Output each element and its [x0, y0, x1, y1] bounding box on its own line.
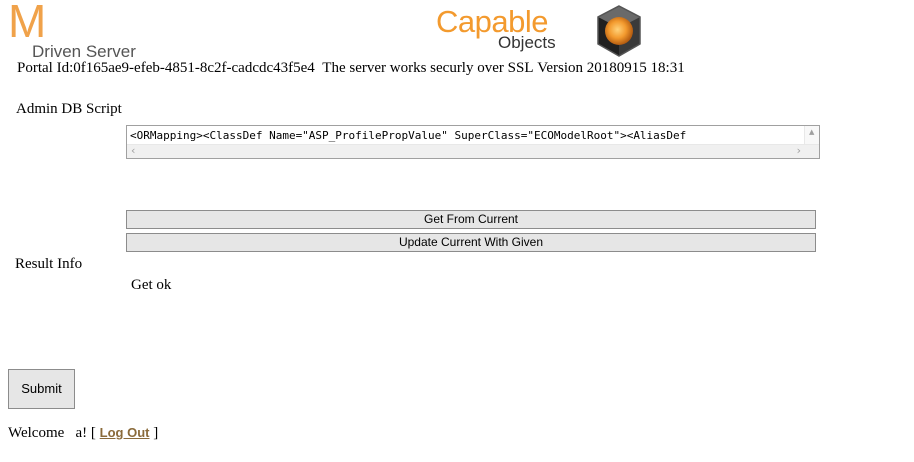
- mdriven-logo-letter: M: [8, 0, 46, 47]
- update-current-with-given-button[interactable]: Update Current With Given: [126, 233, 816, 252]
- vertical-scrollbar[interactable]: ▲: [804, 126, 819, 146]
- portal-info-line: Portal Id:0f165ae9-efeb-4851-8c2f-cadcdc…: [17, 60, 685, 77]
- ssl-status: The server works securly over SSL: [322, 60, 534, 76]
- admin-db-script-textarea[interactable]: <ORMapping><ClassDef Name="ASP_ProfilePr…: [126, 125, 820, 159]
- get-from-current-button[interactable]: Get From Current: [126, 210, 816, 229]
- welcome-text: Welcome: [8, 425, 65, 441]
- welcome-user: a! [: [75, 425, 96, 441]
- submit-button[interactable]: Submit: [8, 369, 75, 409]
- welcome-close-bracket: ]: [153, 425, 159, 441]
- result-info-value: Get ok: [131, 277, 172, 293]
- admin-db-script-label: Admin DB Script: [16, 101, 122, 117]
- objects-logo-word: Objects: [498, 33, 556, 52]
- result-info-label: Result Info: [15, 256, 83, 272]
- scroll-right-icon[interactable]: ›: [797, 144, 801, 157]
- admin-db-script-value[interactable]: <ORMapping><ClassDef Name="ASP_ProfilePr…: [130, 129, 805, 142]
- mdriven-logo-text: Driven Server: [32, 42, 136, 61]
- portal-id: Portal Id:0f165ae9-efeb-4851-8c2f-cadcdc…: [17, 60, 315, 76]
- cube-logo-icon: [597, 5, 641, 57]
- capable-objects-logo: Capable Objects: [436, 4, 646, 60]
- scroll-up-icon[interactable]: ▲: [809, 128, 814, 136]
- scroll-left-icon[interactable]: ‹: [131, 144, 135, 157]
- logout-link[interactable]: Log Out: [100, 425, 150, 440]
- server-version: Version 20180915 18:31: [537, 60, 685, 76]
- mdriven-server-logo: M Driven Server: [8, 0, 138, 61]
- horizontal-scrollbar[interactable]: ‹ ›: [127, 144, 819, 158]
- welcome-line: Welcome a! [ Log Out ]: [8, 425, 158, 442]
